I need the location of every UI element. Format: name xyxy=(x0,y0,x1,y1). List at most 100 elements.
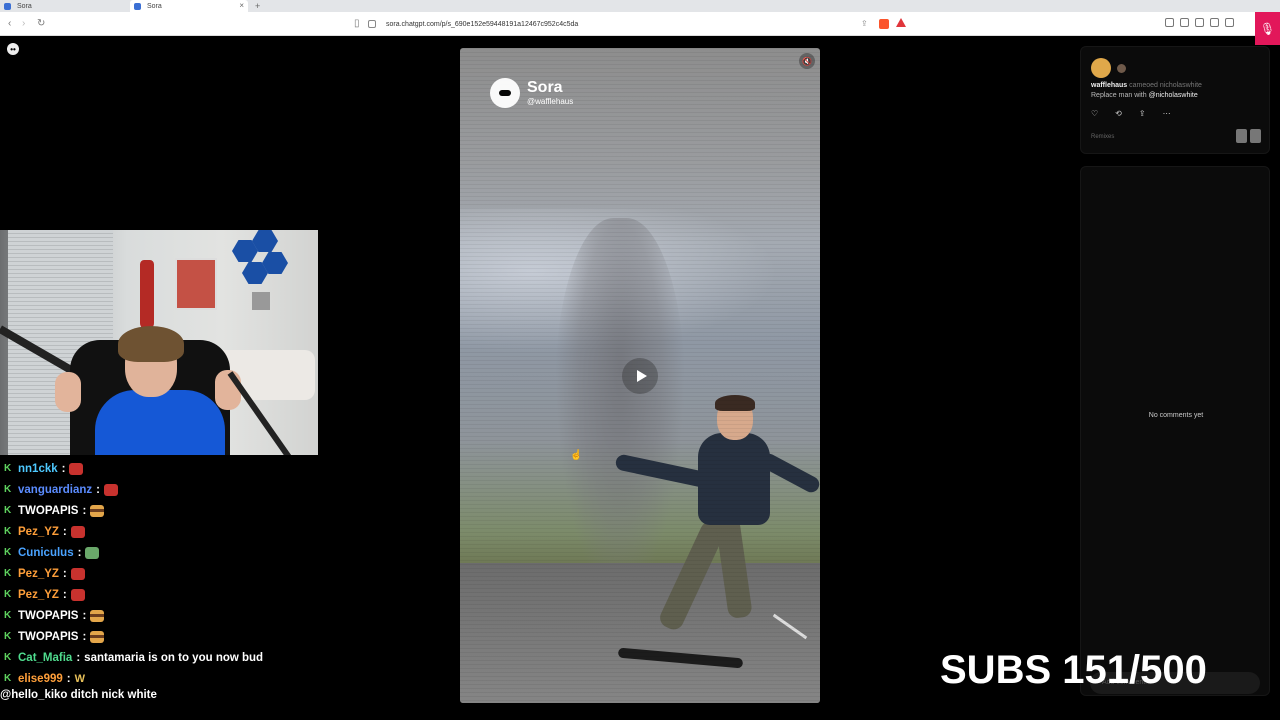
browser-tab-bar: Sora Sora × + xyxy=(0,0,1280,12)
chat-username[interactable]: Cuniculus xyxy=(18,547,74,559)
burger-emote-icon xyxy=(90,609,105,622)
screen: { "browser": { "tabs": [ {"label": "Sora… xyxy=(0,0,1280,720)
bookmark-icon[interactable]: ▯ xyxy=(354,18,360,30)
chat-username[interactable]: vanguardianz xyxy=(18,484,92,496)
cameo-avatar[interactable] xyxy=(1117,64,1126,73)
chat-username[interactable]: Pez_YZ xyxy=(18,568,59,580)
chat-username[interactable]: TWOPAPIS xyxy=(18,505,78,517)
remix-thumbnails xyxy=(1236,129,1261,143)
media-icon[interactable] xyxy=(1180,18,1189,27)
chat-username[interactable]: TWOPAPIS xyxy=(18,610,78,622)
stream-chat: Knn1ckk: Kvanguardianz: K TWOPAPIS: K Pez_YZ:… xyxy=(4,458,304,689)
chat-message: K Pez_YZ: xyxy=(4,584,304,605)
chat-username[interactable]: Pez_YZ xyxy=(18,589,59,601)
red-emote-icon xyxy=(69,462,84,475)
toolbar-icons xyxy=(1165,18,1234,27)
prompt-text: Replace man with xyxy=(1091,92,1147,99)
chat-badge-icon: K xyxy=(4,484,12,495)
share-icon[interactable]: ⇪ xyxy=(1139,109,1146,118)
wallet-icon[interactable] xyxy=(1210,18,1219,27)
red-emote-icon xyxy=(70,567,85,580)
green-emote-icon xyxy=(85,546,100,559)
chat-username[interactable]: Pez_YZ xyxy=(18,526,59,538)
chat-badge-icon: K xyxy=(4,463,12,474)
cameo-text: cameoed nicholaswhite xyxy=(1129,82,1202,89)
sora-watermark-icon xyxy=(490,78,520,108)
forward-icon[interactable]: › xyxy=(22,18,25,30)
tab-label: Sora xyxy=(17,2,32,10)
chat-text: santamaria is on to you now bud xyxy=(84,651,264,664)
chat-message: K Pez_YZ: xyxy=(4,563,304,584)
post-owner-line: wafflehaus cameoed nicholaswhite xyxy=(1091,82,1202,89)
sora-watermark: Sora @wafflehaus xyxy=(490,78,573,108)
chat-username[interactable]: Cat_Mafia xyxy=(18,652,72,664)
chat-message: K TWOPAPIS: xyxy=(4,500,304,521)
chat-username[interactable]: elise999 xyxy=(18,673,63,685)
red-emote-icon xyxy=(70,525,85,538)
site-info-icon[interactable] xyxy=(368,20,376,28)
sidebar-icon[interactable] xyxy=(1195,18,1204,27)
post-actions: ♡ ⟲ ⇪ ⋯ xyxy=(1091,109,1171,118)
red-emote-icon xyxy=(103,483,118,496)
comments-panel: No comments yet xyxy=(1080,166,1270,696)
chat-message: K TWOPAPIS: xyxy=(4,626,304,647)
tab-label: Sora xyxy=(147,2,162,10)
reload-icon[interactable]: ↻ xyxy=(37,18,45,30)
subs-goal-text: SUBS 151/500 xyxy=(940,648,1207,692)
recording-mic-icon[interactable]: 🎙 xyxy=(1255,12,1280,45)
address-bar: ‹ › ↻ ▯ sora.chatgpt.com/p/s_690e152e594… xyxy=(0,12,1280,45)
remix-thumbnail[interactable] xyxy=(1250,129,1261,143)
red-emote-icon xyxy=(70,588,85,601)
sora-favicon-icon xyxy=(4,2,11,10)
remix-thumbnail[interactable] xyxy=(1236,129,1247,143)
new-tab-icon[interactable]: + xyxy=(255,0,260,12)
webcam-overlay xyxy=(0,230,318,455)
sora-favicon-icon xyxy=(134,2,141,10)
play-button[interactable] xyxy=(622,358,658,394)
chat-badge-icon: K xyxy=(4,589,12,600)
video-player[interactable]: Sora @wafflehaus 🔇 ☝ xyxy=(460,48,820,703)
owner-name[interactable]: wafflehaus xyxy=(1091,82,1127,89)
rewards-icon[interactable] xyxy=(896,18,906,27)
chat-message: Kelise999: W xyxy=(4,668,304,689)
no-comments-text: No comments yet xyxy=(1148,412,1204,419)
extension-icon[interactable] xyxy=(1165,18,1174,27)
remix-icon[interactable]: ⟲ xyxy=(1115,109,1122,118)
browser-tab-active[interactable]: Sora × xyxy=(130,0,248,12)
chat-badge-icon: K xyxy=(4,652,12,663)
more-icon[interactable]: ⋯ xyxy=(1163,109,1171,118)
close-tab-icon[interactable]: × xyxy=(239,1,244,10)
post-info-card: wafflehaus cameoed nicholaswhite Replace… xyxy=(1080,46,1270,154)
leo-icon[interactable] xyxy=(1225,18,1234,27)
avatar[interactable] xyxy=(1091,58,1111,78)
watermark-handle: @wafflehaus xyxy=(527,97,574,106)
browser-tab[interactable]: Sora xyxy=(0,0,128,12)
mute-icon[interactable]: 🔇 xyxy=(799,53,815,69)
prompt-mention[interactable]: @nicholaswhite xyxy=(1149,92,1198,99)
chat-message: K TWOPAPIS: xyxy=(4,605,304,626)
burger-emote-icon xyxy=(90,630,105,643)
chat-message-partial: @hello_kiko ditch nick white xyxy=(0,689,157,701)
chat-message: K Pez_YZ: xyxy=(4,521,304,542)
chat-badge-icon: K xyxy=(4,631,12,642)
like-icon[interactable]: ♡ xyxy=(1091,109,1098,118)
chat-badge-icon: K xyxy=(4,547,12,558)
w-emote-icon: W xyxy=(74,672,85,685)
chat-message: K Cuniculus: xyxy=(4,542,304,563)
chat-badge-icon: K xyxy=(4,505,12,516)
burger-emote-icon xyxy=(90,504,105,517)
share-icon[interactable]: ⇪ xyxy=(861,19,868,28)
brave-shield-icon[interactable] xyxy=(879,19,889,29)
chat-message: K Cat_Mafia: santamaria is on to you now b… xyxy=(4,651,264,664)
chat-badge-icon: K xyxy=(4,673,12,684)
chat-username[interactable]: nn1ckk xyxy=(18,463,58,475)
url-field[interactable]: sora.chatgpt.com/p/s_690e152e59448191a12… xyxy=(368,17,908,31)
remixes-label: Remixes xyxy=(1091,134,1115,140)
sora-logo-icon[interactable]: •• xyxy=(7,43,19,55)
chat-badge-icon: K xyxy=(4,610,12,621)
play-icon xyxy=(636,370,647,382)
post-prompt: Replace man with @nicholaswhite xyxy=(1091,92,1198,99)
chat-username[interactable]: TWOPAPIS xyxy=(18,631,78,643)
back-icon[interactable]: ‹ xyxy=(8,18,11,30)
chat-message: Knn1ckk: xyxy=(4,458,304,479)
